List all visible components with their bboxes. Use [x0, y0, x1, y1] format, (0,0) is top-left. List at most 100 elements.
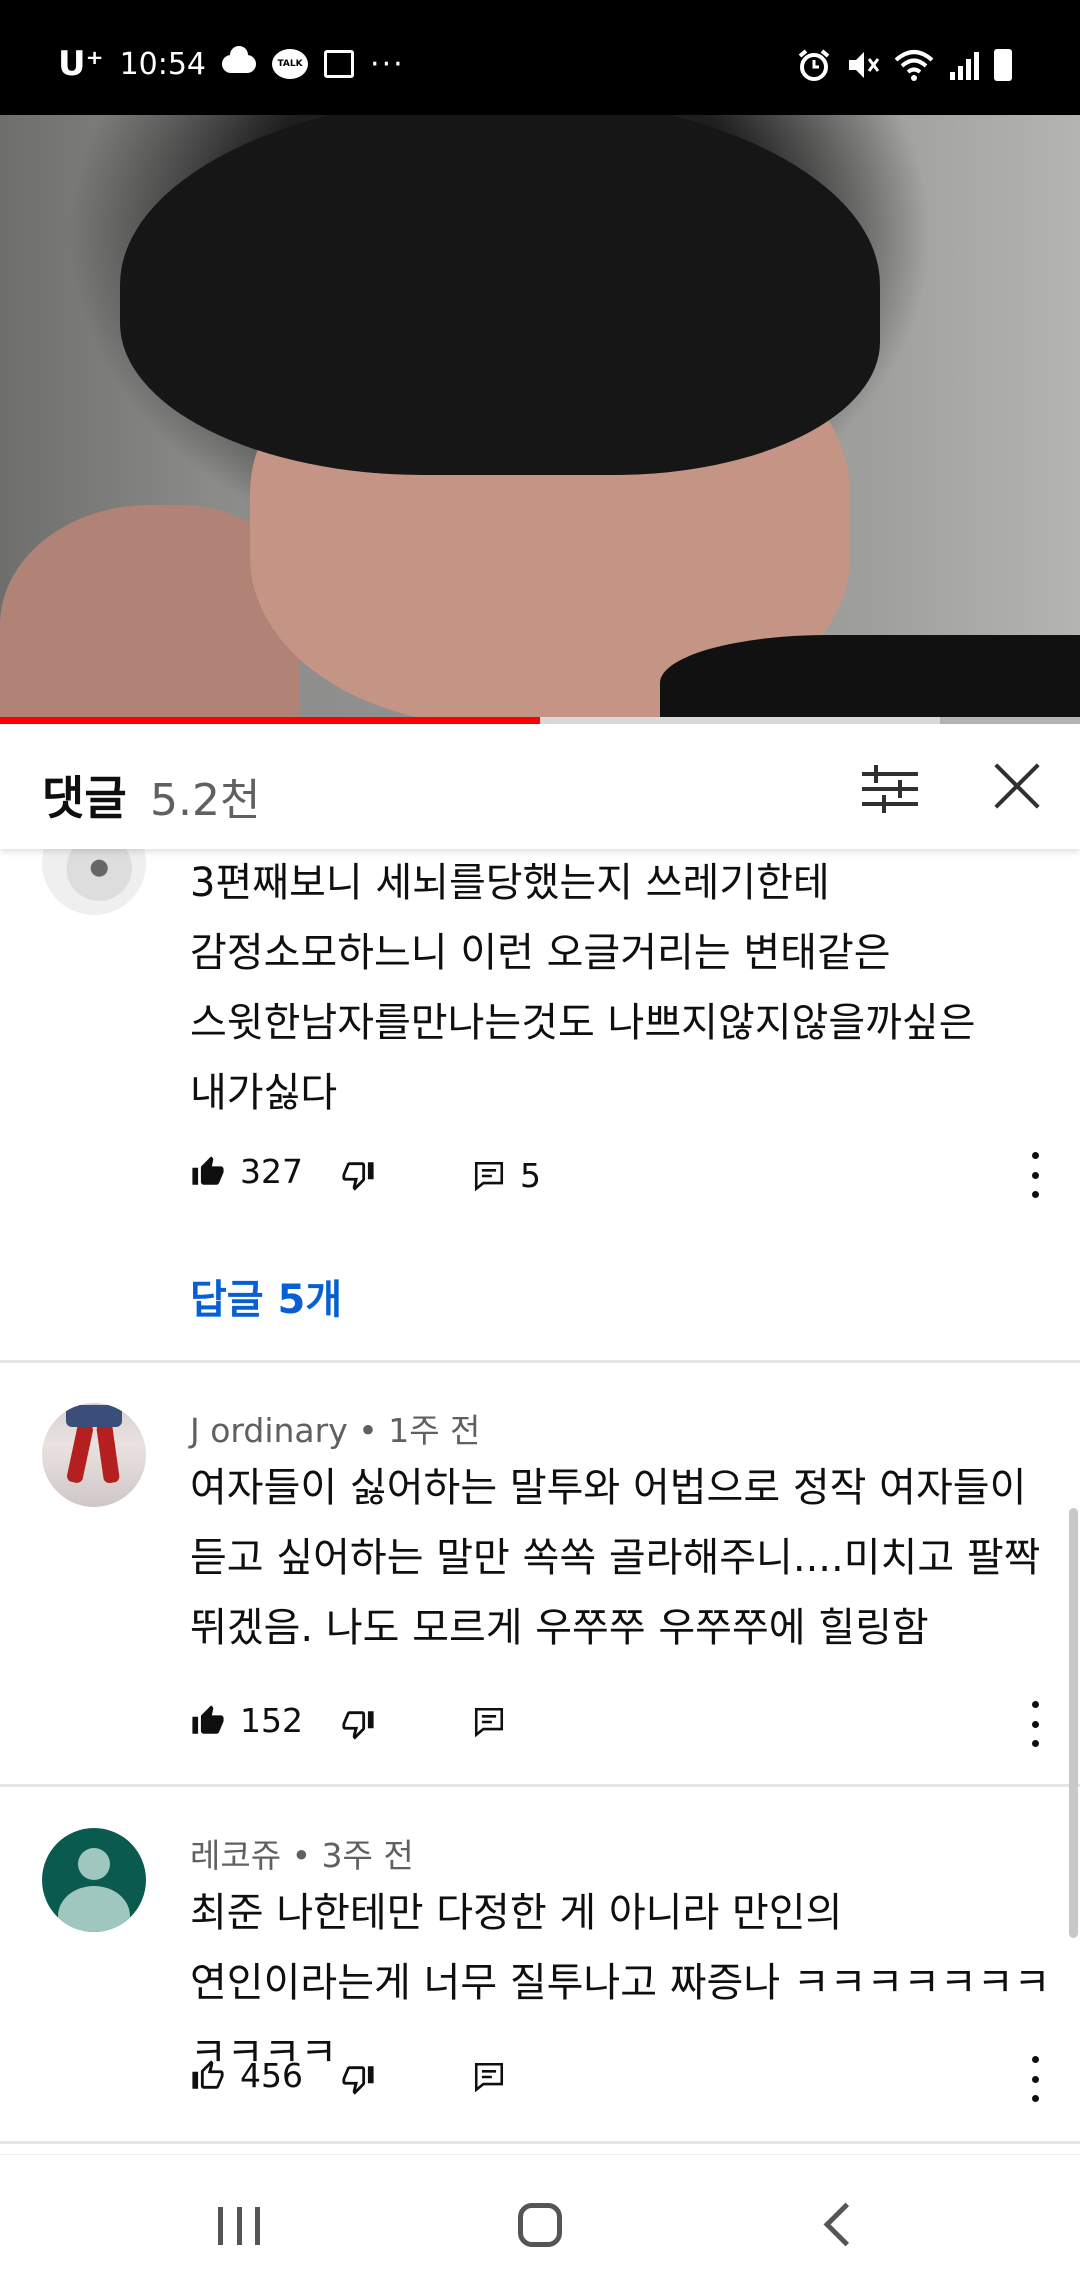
comment-author[interactable]: J ordinary	[190, 1411, 348, 1450]
avatar-image-detail	[95, 1422, 121, 1484]
thumbs-down-icon	[342, 1162, 374, 1191]
more-notifications-icon: ···	[370, 46, 405, 82]
comment-actions: 327 5	[190, 1152, 1050, 1202]
commenter-avatar[interactable]	[42, 1828, 146, 1932]
avatar-body-shape	[58, 1886, 130, 1932]
sort-comments-button[interactable]	[862, 765, 918, 813]
like-count: 152	[240, 1701, 303, 1740]
comment-icon	[474, 1161, 504, 1191]
more-dot	[1031, 1740, 1039, 1747]
thumbs-up-icon	[192, 2059, 224, 2089]
thumbs-up-filled-icon	[192, 1155, 224, 1185]
dislike-button[interactable]	[340, 1707, 376, 1745]
comment-meta: 레코쥬 • 3주 전	[190, 1829, 414, 1877]
alarm-icon	[798, 49, 830, 81]
comment-line: 듣고 싶어하는 말만 쏙쏙 골라해주니....미치고 팔짝	[190, 1535, 1041, 1581]
like-button[interactable]: 152	[190, 1701, 303, 1740]
comment-more-button[interactable]	[1020, 1152, 1050, 1198]
more-dot	[1031, 2075, 1039, 2083]
reply-count: 5	[520, 1156, 541, 1195]
gallery-icon	[324, 50, 355, 78]
video-progress-fill	[0, 717, 540, 724]
avatar-head-shape	[78, 1848, 110, 1880]
more-dot	[1031, 1191, 1039, 1198]
comment-time: 3주 전	[321, 1836, 414, 1875]
dislike-button[interactable]	[340, 1158, 376, 1196]
comment-divider	[0, 1784, 1080, 1787]
comment-line: 스윗한남자를만나는것도 나쁘지않지않을까싶은	[190, 1000, 976, 1046]
sort-icon-line	[862, 772, 918, 776]
comment-line: 최준 나한테만 다정한 게 아니라 만인의	[190, 1890, 843, 1936]
dislike-button[interactable]	[340, 2062, 376, 2100]
more-dot	[1031, 1152, 1039, 1159]
like-button[interactable]: 327	[190, 1152, 303, 1191]
more-dot	[1031, 1720, 1039, 1728]
sort-icon-line	[862, 787, 918, 791]
avatar-image-detail	[66, 1405, 122, 1427]
comment-line: 감정소모하느니 이런 오글거리는 변태같은	[190, 930, 891, 976]
sort-icon-knob	[874, 765, 878, 783]
thumbs-up-filled-icon	[192, 1704, 224, 1734]
comment-list[interactable]: 3편째보니 세뇌를당했는지 쓰레기한테 감정소모하느니 이런 오글거리는 변태같…	[0, 849, 1080, 2154]
commenter-avatar[interactable]	[42, 1403, 146, 1507]
recent-apps-icon-bar	[236, 2207, 242, 2245]
comment-line: 내가싫다	[190, 1070, 338, 1116]
like-count: 327	[240, 1152, 303, 1191]
comment-line: 뛰겠음. 나도 모르게 우쭈쭈 우쭈쭈에 힐링함	[190, 1605, 929, 1651]
view-replies-link[interactable]: 답글 5개	[190, 1267, 342, 1325]
video-progress-bar[interactable]	[0, 717, 1080, 724]
thumbs-down-icon	[342, 2066, 374, 2095]
comment-actions: 152	[190, 1701, 1050, 1751]
reply-button[interactable]: 5	[472, 1156, 541, 1195]
thumbs-down-icon	[342, 1711, 374, 1740]
wifi-icon	[894, 50, 934, 81]
avatar-image-detail	[65, 1421, 95, 1485]
more-dot	[1031, 2056, 1039, 2063]
meta-separator: •	[347, 1411, 389, 1450]
sort-icon-knob	[882, 795, 886, 813]
recent-apps-button[interactable]	[218, 2207, 260, 2245]
video-frame-hair	[120, 115, 880, 475]
comment-text: 3편째보니 세뇌를당했는지 쓰레기한테 감정소모하느니 이런 오글거리는 변태같…	[190, 849, 976, 1128]
comments-count: 5.2천	[150, 775, 261, 826]
recent-apps-icon-bar	[255, 2207, 260, 2245]
comment-divider	[0, 1360, 1080, 1363]
clock: 10:54	[119, 46, 207, 82]
comment-line: 3편째보니 세뇌를당했는지 쓰레기한테	[190, 860, 830, 906]
carrier-label: U⁺	[58, 44, 104, 84]
comment-actions: 456	[190, 2056, 1050, 2106]
battery-icon	[994, 49, 1012, 81]
sort-icon-knob	[898, 780, 902, 798]
video-frame-shirt	[660, 635, 1080, 720]
commenter-avatar[interactable]	[42, 849, 146, 915]
more-dot	[1031, 1701, 1039, 1708]
mute-icon	[849, 52, 880, 78]
comment-divider	[0, 2141, 1080, 2144]
comments-header: 댓글 5.2천	[0, 724, 1080, 849]
sort-icon-line	[862, 802, 918, 806]
comment-more-button[interactable]	[1020, 2056, 1050, 2102]
more-dot	[1031, 1171, 1039, 1179]
reply-button[interactable]	[472, 2060, 506, 2094]
back-button[interactable]	[823, 2202, 868, 2247]
comment-icon	[474, 1707, 504, 1738]
status-bar: U⁺ 10:54 TALK ···	[0, 0, 1080, 115]
comment-author[interactable]: 레코쥬	[190, 1836, 281, 1875]
comment-text: 여자들이 싫어하는 말투와 어법으로 정작 여자들이 듣고 싶어하는 말만 쏙쏙…	[190, 1453, 1040, 1663]
close-comments-button[interactable]	[995, 764, 1039, 808]
video-player[interactable]	[0, 115, 1080, 720]
talk-icon: TALK	[272, 49, 309, 79]
like-button[interactable]: 456	[190, 2056, 303, 2095]
system-nav-bar	[0, 2154, 1080, 2281]
recent-apps-icon-bar	[218, 2207, 223, 2245]
comments-title: 댓글	[42, 771, 127, 825]
comment-meta: J ordinary • 1주 전	[190, 1404, 480, 1452]
signal-icon	[950, 52, 979, 80]
comment-list-scrollbar[interactable]	[1069, 1508, 1078, 1938]
like-count: 456	[240, 2056, 303, 2095]
status-right	[796, 48, 1012, 82]
comment-more-button[interactable]	[1020, 1701, 1050, 1747]
reply-button[interactable]	[472, 1705, 506, 1739]
more-dot	[1031, 2095, 1039, 2102]
home-button[interactable]	[518, 2203, 562, 2247]
